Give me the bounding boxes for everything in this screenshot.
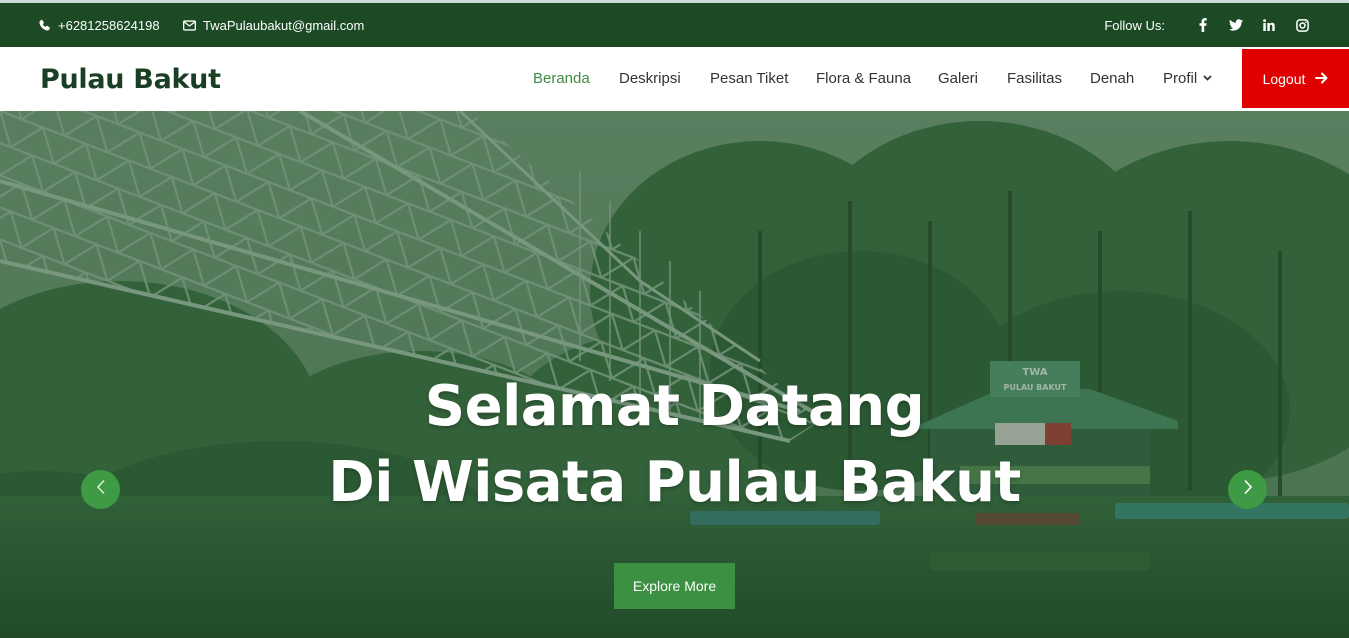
- envelope-icon: [183, 19, 196, 31]
- hero-title-line-2: Di Wisata Pulau Bakut: [328, 450, 1021, 515]
- hero-carousel: TWA PULAU BAKUT Selamat Datang Di Wisata…: [0, 111, 1349, 638]
- nav-item-galeri[interactable]: Galeri: [938, 47, 978, 109]
- phone-number: +6281258624198: [58, 17, 160, 33]
- chevron-down-icon: [1203, 75, 1212, 81]
- carousel-prev-button[interactable]: [81, 470, 120, 509]
- phone-icon: [38, 19, 51, 32]
- explore-more-button[interactable]: Explore More: [614, 563, 735, 609]
- follow-label: Follow Us:: [1104, 17, 1165, 33]
- chevron-right-icon: [1243, 479, 1253, 500]
- nav-item-profil-label: Profil: [1163, 69, 1198, 87]
- nav-item-deskripsi[interactable]: Deskripsi: [619, 47, 681, 109]
- email-address: TwaPulaubakut@gmail.com: [203, 17, 365, 33]
- nav-item-flora-fauna[interactable]: Flora & Fauna: [816, 47, 911, 109]
- nav-item-fasilitas[interactable]: Fasilitas: [1007, 47, 1062, 109]
- site-logo[interactable]: Pulau Bakut: [40, 47, 221, 111]
- social-links: Follow Us:: [1104, 3, 1309, 47]
- nav-item-denah[interactable]: Denah: [1090, 47, 1134, 109]
- email-contact[interactable]: TwaPulaubakut@gmail.com: [183, 3, 364, 47]
- logout-button[interactable]: Logout: [1242, 49, 1349, 108]
- logout-label: Logout: [1262, 70, 1306, 87]
- phone-contact[interactable]: +6281258624198: [38, 3, 160, 47]
- nav-item-beranda[interactable]: Beranda: [533, 47, 590, 109]
- main-navbar: Pulau Bakut Beranda Deskripsi Pesan Tike…: [0, 47, 1349, 111]
- twitter-icon[interactable]: [1229, 18, 1243, 32]
- nav-item-pesan-tiket[interactable]: Pesan Tiket: [710, 47, 788, 109]
- facebook-icon[interactable]: [1196, 18, 1210, 32]
- arrow-right-icon: [1315, 71, 1328, 87]
- nav-item-profil[interactable]: Profil: [1163, 47, 1212, 109]
- linkedin-icon[interactable]: [1262, 18, 1276, 32]
- hero-title-line-1: Selamat Datang: [424, 374, 925, 439]
- instagram-icon[interactable]: [1295, 18, 1309, 32]
- chevron-left-icon: [96, 479, 106, 500]
- top-contact-bar: +6281258624198 TwaPulaubakut@gmail.com F…: [0, 0, 1349, 47]
- carousel-next-button[interactable]: [1228, 470, 1267, 509]
